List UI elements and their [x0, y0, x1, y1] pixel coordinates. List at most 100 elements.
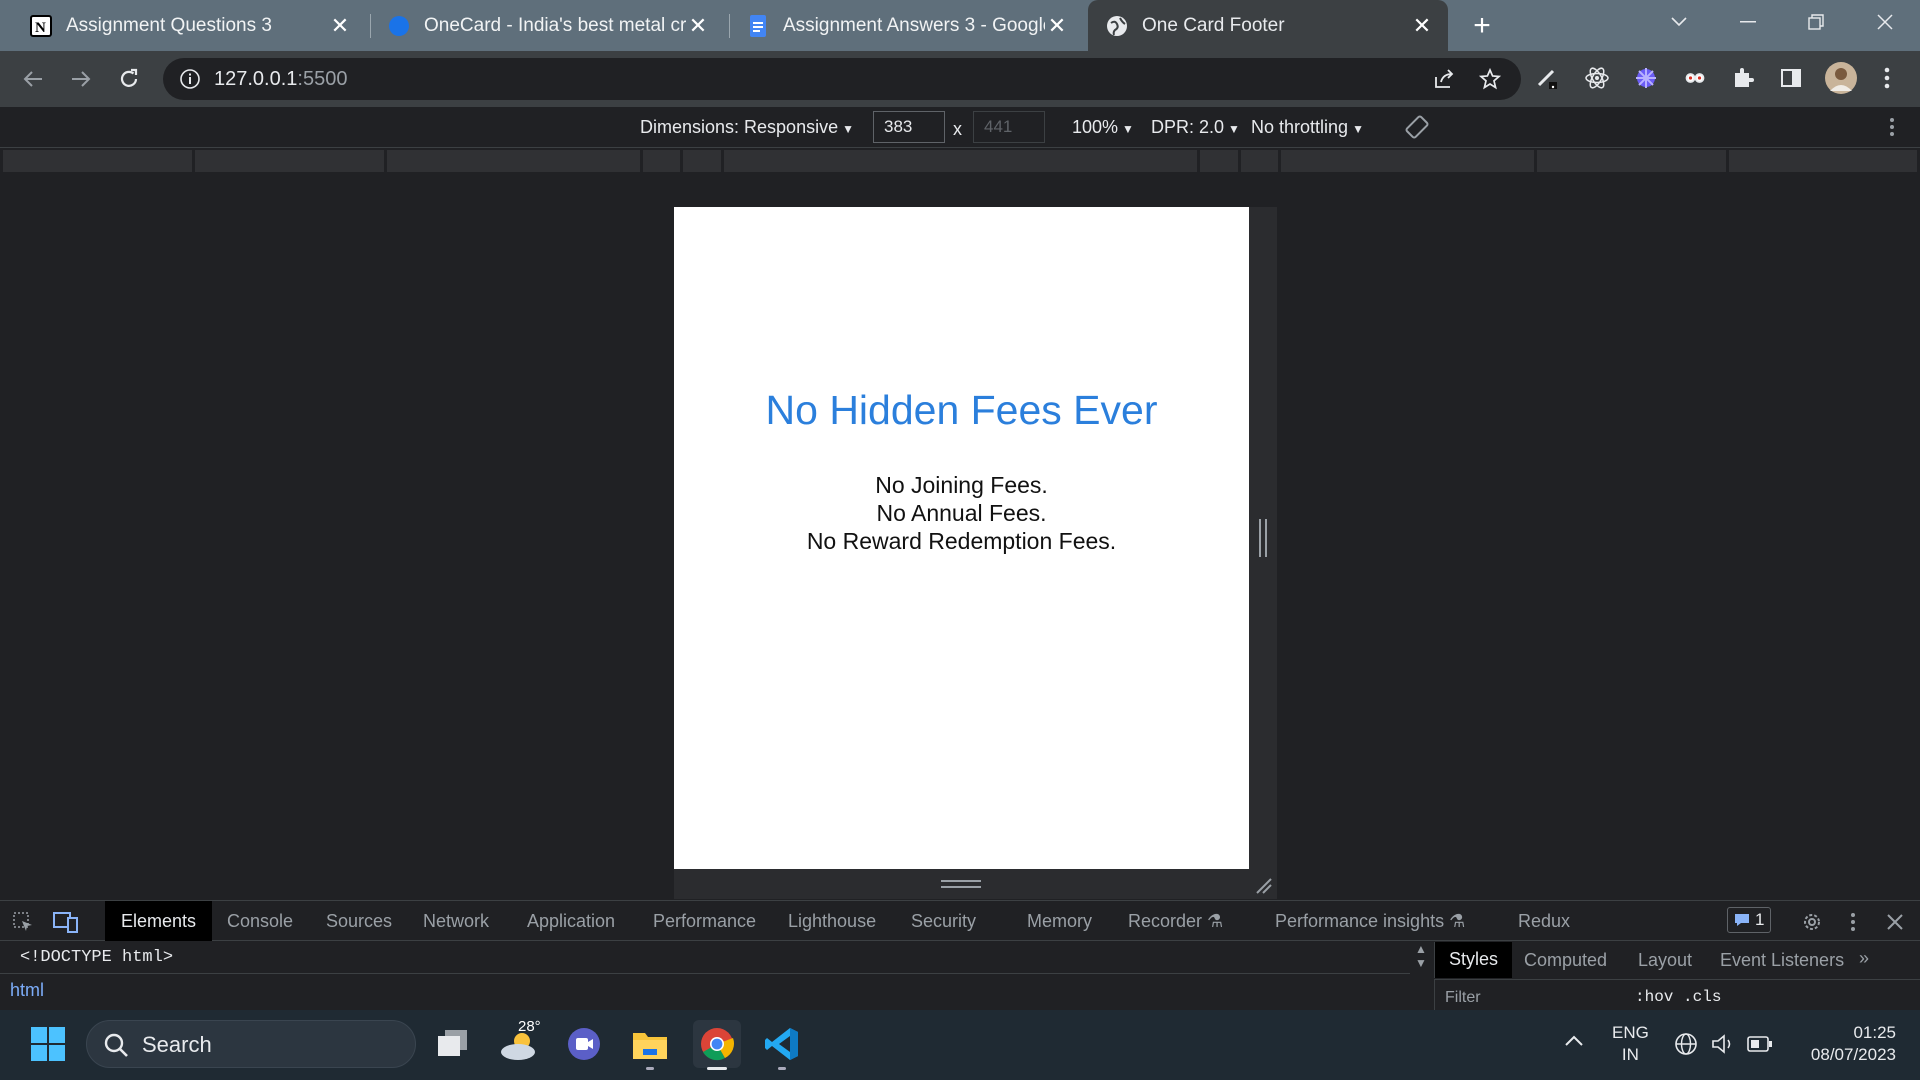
- site-info-icon[interactable]: [179, 68, 201, 95]
- width-input[interactable]: [873, 111, 945, 143]
- device-toggle-icon[interactable]: [53, 909, 79, 935]
- tab-onecard[interactable]: OneCard - India's best metal cre ✕: [358, 0, 724, 51]
- running-indicator: [778, 1067, 786, 1070]
- tab-application[interactable]: Application: [527, 901, 615, 941]
- height-input[interactable]: [973, 111, 1045, 143]
- breadcrumb-html[interactable]: html: [10, 980, 44, 1000]
- issues-badge[interactable]: 1: [1727, 907, 1772, 933]
- weather-widget[interactable]: 28°: [496, 1018, 544, 1066]
- viewport-bottom-resize-handle[interactable]: [674, 869, 1249, 899]
- bookmark-star-icon[interactable]: [1475, 64, 1505, 94]
- tab-assignment-answers[interactable]: Assignment Answers 3 - Google ✕: [717, 0, 1083, 51]
- media-query-segment[interactable]: [195, 150, 384, 172]
- media-query-segment[interactable]: [724, 150, 1197, 172]
- tab-network[interactable]: Network: [423, 901, 489, 941]
- media-query-segment[interactable]: [1241, 150, 1278, 172]
- windows-start-icon[interactable]: [26, 1022, 70, 1066]
- viewport-right-resize-handle[interactable]: [1249, 207, 1277, 869]
- dimensions-dropdown[interactable]: Dimensions: Responsive ▼: [640, 117, 854, 138]
- settings-gear-icon[interactable]: [1799, 909, 1825, 935]
- svg-text:N: N: [35, 20, 46, 36]
- fee-line: No Annual Fees.: [876, 500, 1047, 526]
- viewport-corner-resize-handle[interactable]: [1249, 869, 1277, 899]
- media-query-segment[interactable]: [1281, 150, 1534, 172]
- tab-styles[interactable]: Styles: [1435, 942, 1513, 978]
- language-indicator[interactable]: ENG IN: [1612, 1022, 1649, 1066]
- teams-chat-icon[interactable]: [562, 1022, 606, 1066]
- media-query-segment[interactable]: [1200, 150, 1238, 172]
- tab-redux[interactable]: Redux: [1518, 901, 1570, 941]
- clock[interactable]: 01:25 08/07/2023: [1796, 1022, 1896, 1066]
- react-devtools-icon[interactable]: [1582, 63, 1612, 93]
- dpr-dropdown[interactable]: DPR: 2.0 ▼: [1151, 117, 1240, 138]
- dom-scroll-control[interactable]: ▲ ▼: [1410, 942, 1432, 976]
- tab-computed[interactable]: Computed: [1524, 950, 1607, 971]
- close-devtools-icon[interactable]: [1882, 909, 1908, 935]
- throttling-dropdown[interactable]: No throttling ▼: [1251, 117, 1364, 138]
- glasses-extension-icon[interactable]: [1680, 63, 1710, 93]
- device-toolbar-menu-icon[interactable]: [1889, 117, 1895, 142]
- network-globe-icon[interactable]: [1674, 1032, 1698, 1062]
- chrome-icon[interactable]: [693, 1020, 741, 1070]
- file-explorer-icon[interactable]: [628, 1022, 672, 1070]
- back-button[interactable]: [15, 61, 51, 97]
- tab-elements[interactable]: Elements: [105, 901, 213, 941]
- tab-security[interactable]: Security: [911, 901, 976, 941]
- close-icon[interactable]: ✕: [686, 13, 710, 38]
- side-panel-icon[interactable]: [1776, 63, 1806, 93]
- media-query-segment[interactable]: [643, 150, 680, 172]
- media-query-segment[interactable]: [3, 150, 192, 172]
- tab-lighthouse[interactable]: Lighthouse: [788, 901, 876, 941]
- more-tabs-icon[interactable]: »: [1859, 948, 1869, 969]
- reload-button[interactable]: [111, 61, 147, 97]
- minimize-button[interactable]: [1713, 0, 1783, 44]
- tab-recorder[interactable]: Recorder ⚗: [1128, 901, 1223, 941]
- avatar[interactable]: [1824, 61, 1858, 95]
- media-query-segment[interactable]: [387, 150, 640, 172]
- taskbar-search[interactable]: Search: [86, 1020, 416, 1068]
- close-window-button[interactable]: [1850, 0, 1920, 44]
- address-bar[interactable]: 127.0.0.1:5500: [163, 58, 1521, 100]
- devtools-tab-bar: Elements Console Sources Network Applica…: [0, 901, 1920, 941]
- volume-icon[interactable]: [1710, 1032, 1736, 1062]
- tab-performance-insights[interactable]: Performance insights ⚗: [1275, 901, 1465, 941]
- media-query-segment[interactable]: [1537, 150, 1726, 172]
- snowflake-extension-icon[interactable]: [1631, 63, 1661, 93]
- tab-event-listeners[interactable]: Event Listeners: [1720, 950, 1844, 971]
- close-icon[interactable]: ✕: [1410, 13, 1434, 38]
- tab-title: Assignment Answers 3 - Google: [783, 14, 1045, 36]
- onecard-icon: [388, 15, 410, 37]
- restore-button[interactable]: [1781, 0, 1851, 44]
- tab-search-icon[interactable]: [1644, 0, 1714, 44]
- close-icon[interactable]: ✕: [328, 13, 352, 38]
- devtools-panel: Elements Console Sources Network Applica…: [0, 900, 1920, 1011]
- filter-input[interactable]: Filter: [1445, 989, 1481, 1007]
- devtools-menu-icon[interactable]: [1840, 909, 1866, 935]
- tab-assignment-questions[interactable]: N Assignment Questions 3 ✕: [0, 0, 366, 51]
- media-query-segment[interactable]: [683, 150, 721, 172]
- zoom-dropdown[interactable]: 100% ▼: [1072, 117, 1134, 138]
- pen-extension-icon[interactable]: [1533, 63, 1563, 93]
- new-tab-button[interactable]: +: [1466, 9, 1498, 42]
- forward-button[interactable]: [63, 61, 99, 97]
- extensions-puzzle-icon[interactable]: [1728, 63, 1758, 93]
- rotate-icon[interactable]: [1404, 114, 1430, 145]
- tray-overflow-chevron[interactable]: [1564, 1032, 1584, 1054]
- inspect-element-icon[interactable]: [10, 909, 36, 935]
- task-view-icon[interactable]: [431, 1022, 475, 1066]
- battery-icon[interactable]: [1746, 1034, 1774, 1060]
- tab-memory[interactable]: Memory: [1027, 901, 1092, 941]
- vscode-icon[interactable]: [760, 1022, 804, 1070]
- tab-performance[interactable]: Performance: [653, 901, 756, 941]
- tab-sources[interactable]: Sources: [326, 901, 392, 941]
- dom-tree-line[interactable]: <!DOCTYPE html>: [0, 942, 1410, 970]
- close-icon[interactable]: ✕: [1045, 13, 1069, 38]
- media-query-segment[interactable]: [1729, 150, 1917, 172]
- browser-toolbar: 127.0.0.1:5500: [0, 51, 1920, 106]
- tab-layout[interactable]: Layout: [1638, 950, 1692, 971]
- share-icon[interactable]: [1429, 64, 1459, 94]
- tab-console[interactable]: Console: [227, 901, 293, 941]
- hov-cls-toggles[interactable]: :hov .cls: [1635, 988, 1721, 1006]
- chrome-menu-icon[interactable]: [1872, 63, 1902, 93]
- tab-one-card-footer[interactable]: One Card Footer ✕: [1088, 0, 1448, 51]
